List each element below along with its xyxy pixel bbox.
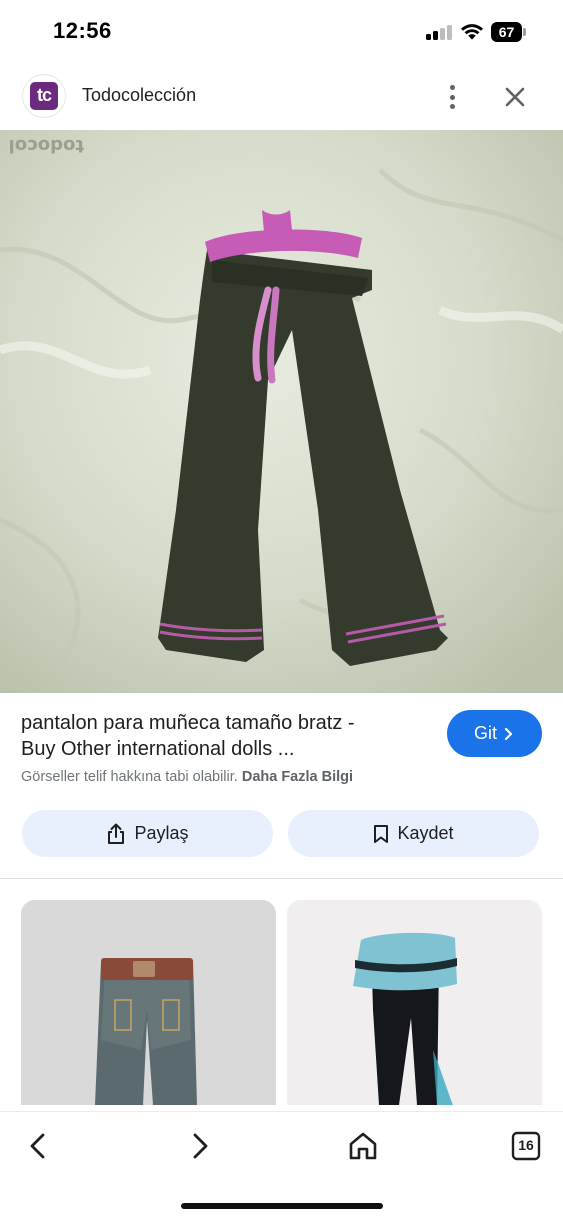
site-logo[interactable]: tc — [22, 74, 66, 118]
related-image-denim-pants[interactable] — [21, 900, 276, 1105]
battery-level: 67 — [491, 22, 522, 42]
copyright-text: Görseller telif hakkına tabi olabilir. — [21, 769, 238, 785]
copyright-notice: Görseller telif hakkına tabi olabilir. D… — [21, 769, 353, 785]
result-title-line-1: pantalon para muñeca tamaño bratz - — [21, 712, 355, 734]
wifi-icon — [461, 24, 483, 40]
home-icon[interactable] — [345, 1128, 381, 1164]
result-title[interactable]: pantalon para muñeca tamaño bratz - Buy … — [21, 710, 431, 762]
more-options-button[interactable] — [438, 82, 468, 112]
site-logo-text: tc — [30, 82, 58, 110]
visit-button[interactable]: Git — [447, 710, 542, 757]
back-arrow-icon[interactable] — [20, 1128, 56, 1164]
share-button-label: Paylaş — [134, 823, 189, 843]
tab-count: 16 — [518, 1137, 534, 1153]
visit-button-label: Git — [473, 723, 497, 743]
share-button[interactable]: Paylaş — [22, 810, 273, 857]
save-button-label: Kaydet — [397, 823, 454, 843]
cellular-signal-icon — [426, 24, 452, 40]
home-indicator[interactable] — [181, 1203, 383, 1209]
status-bar: 12:56 67 — [0, 0, 563, 62]
bookmark-icon — [374, 824, 389, 843]
save-button[interactable]: Kaydet — [288, 810, 539, 857]
site-name[interactable]: Todocolección — [82, 85, 196, 106]
site-header: tc Todocolección — [0, 62, 563, 130]
related-image-black-pants[interactable] — [287, 900, 542, 1105]
more-info-link[interactable]: Daha Fazla Bilgi — [242, 769, 353, 785]
tabs-button[interactable]: 16 — [508, 1128, 544, 1164]
main-product-image[interactable]: todocol — [0, 130, 563, 693]
close-icon[interactable] — [500, 82, 530, 112]
status-time: 12:56 — [53, 18, 112, 43]
battery-icon: 67 — [491, 22, 527, 42]
chevron-right-icon — [504, 727, 513, 740]
result-title-line-2: Buy Other international dolls ... — [21, 738, 295, 760]
share-icon — [108, 823, 125, 844]
divider — [0, 878, 563, 879]
image-watermark: todocol — [9, 135, 84, 156]
forward-arrow-icon[interactable] — [182, 1128, 218, 1164]
